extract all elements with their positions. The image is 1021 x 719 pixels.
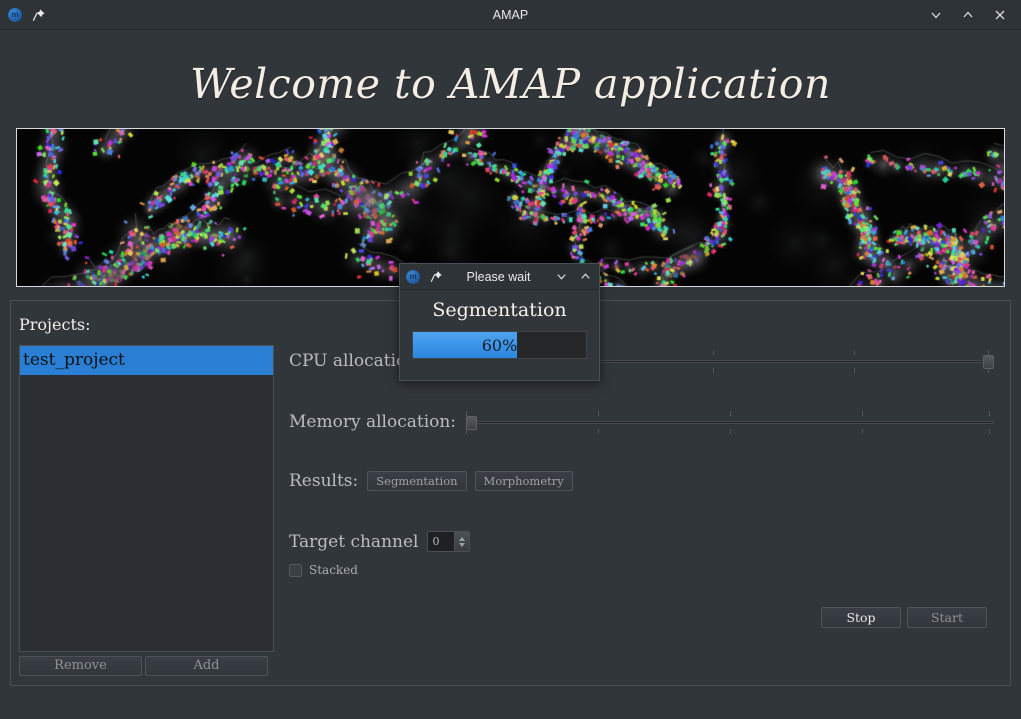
memory-allocation-slider[interactable] [466, 408, 994, 436]
projects-list[interactable]: test_project [19, 345, 274, 652]
stop-button[interactable]: Stop [821, 607, 901, 628]
chevron-down-icon[interactable] [553, 269, 569, 285]
page-title: Welcome to AMAP application [190, 60, 831, 108]
progress-bar: 60% [412, 331, 587, 359]
start-button[interactable]: Start [907, 607, 987, 628]
stepper-arrows-icon[interactable] [454, 532, 470, 551]
close-icon[interactable] [992, 7, 1008, 23]
pin-icon[interactable] [428, 269, 444, 285]
memory-allocation-label: Memory allocation: [289, 412, 457, 432]
memory-slider-groove [466, 421, 994, 424]
results-row: Results: Segmentation Morphometry [289, 471, 573, 491]
stacked-checkbox-row[interactable]: Stacked [289, 563, 358, 577]
target-channel-label: Target channel [289, 531, 419, 552]
app-logo-icon: m [406, 269, 420, 284]
pin-icon[interactable] [31, 7, 47, 23]
window-title: AMAP [492, 7, 529, 22]
target-channel-value[interactable]: 0 [428, 532, 454, 551]
chevron-up-icon[interactable] [577, 269, 593, 285]
progress-bar-text: 60% [481, 335, 518, 355]
memory-allocation-row: Memory allocation: [289, 408, 994, 436]
titlebar-left-icons: m [0, 7, 47, 23]
run-actions: Stop Start [821, 607, 987, 628]
projects-label: Projects: [19, 315, 91, 334]
memory-slider-handle[interactable] [466, 416, 478, 430]
list-item[interactable]: test_project [20, 346, 273, 375]
please-wait-dialog: m Please wait Segmentation 60% [399, 263, 600, 381]
target-channel-stepper[interactable]: 0 [427, 531, 471, 552]
cpu-slider-handle[interactable] [983, 355, 994, 369]
add-project-button[interactable]: Add [145, 656, 268, 676]
results-segmentation-button[interactable]: Segmentation [367, 471, 467, 491]
remove-project-button[interactable]: Remove [19, 656, 142, 676]
app-logo-icon: m [8, 7, 22, 22]
projects-actions: Remove Add [19, 656, 274, 676]
cpu-allocation-row: CPU allocation: [289, 347, 994, 375]
chevron-down-icon[interactable] [928, 7, 944, 23]
results-morphometry-button[interactable]: Morphometry [474, 471, 573, 491]
dialog-titlebar: m Please wait [400, 264, 599, 290]
dialog-heading: Segmentation [432, 299, 567, 321]
target-channel-row: Target channel 0 [289, 531, 471, 552]
results-label: Results: [289, 471, 359, 491]
window-titlebar: m AMAP [0, 0, 1021, 30]
chevron-up-icon[interactable] [960, 7, 976, 23]
stacked-label: Stacked [309, 563, 358, 577]
dialog-title: Please wait [466, 269, 531, 284]
dialog-body: Segmentation 60% [400, 290, 599, 359]
window-controls [928, 7, 1021, 23]
stacked-checkbox[interactable] [289, 563, 302, 577]
